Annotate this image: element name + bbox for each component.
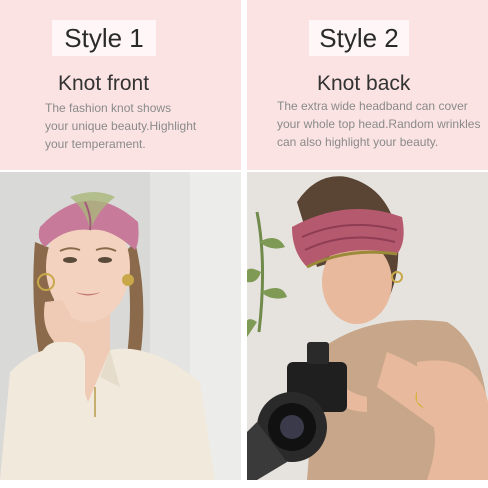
desc-line: your unique beauty.Highlight xyxy=(45,119,197,133)
style-2-label: Style 2 xyxy=(309,20,409,56)
style-2-description: The extra wide headband can cover your w… xyxy=(277,97,487,151)
desc-line: your temperament. xyxy=(45,137,146,151)
knot-front-photo xyxy=(0,172,241,480)
style-1-label: Style 1 xyxy=(52,20,156,56)
style-2-panel: Style 2 Knot back The extra wide headban… xyxy=(247,0,488,170)
desc-line: your whole top head.Random wrinkles xyxy=(277,117,481,131)
desc-line: can also highlight your beauty. xyxy=(277,135,439,149)
desc-line: The extra wide headband can cover xyxy=(277,99,468,113)
knot-back-photo xyxy=(247,172,488,480)
style-1-panel: Style 1 Knot front The fashion knot show… xyxy=(0,0,241,170)
style-2-title: Knot back xyxy=(317,72,411,95)
bottom-margin xyxy=(0,480,488,488)
desc-line: The fashion knot shows xyxy=(45,101,172,115)
style-1-description: The fashion knot shows your unique beaut… xyxy=(45,99,235,153)
style-1-title: Knot front xyxy=(58,72,150,95)
